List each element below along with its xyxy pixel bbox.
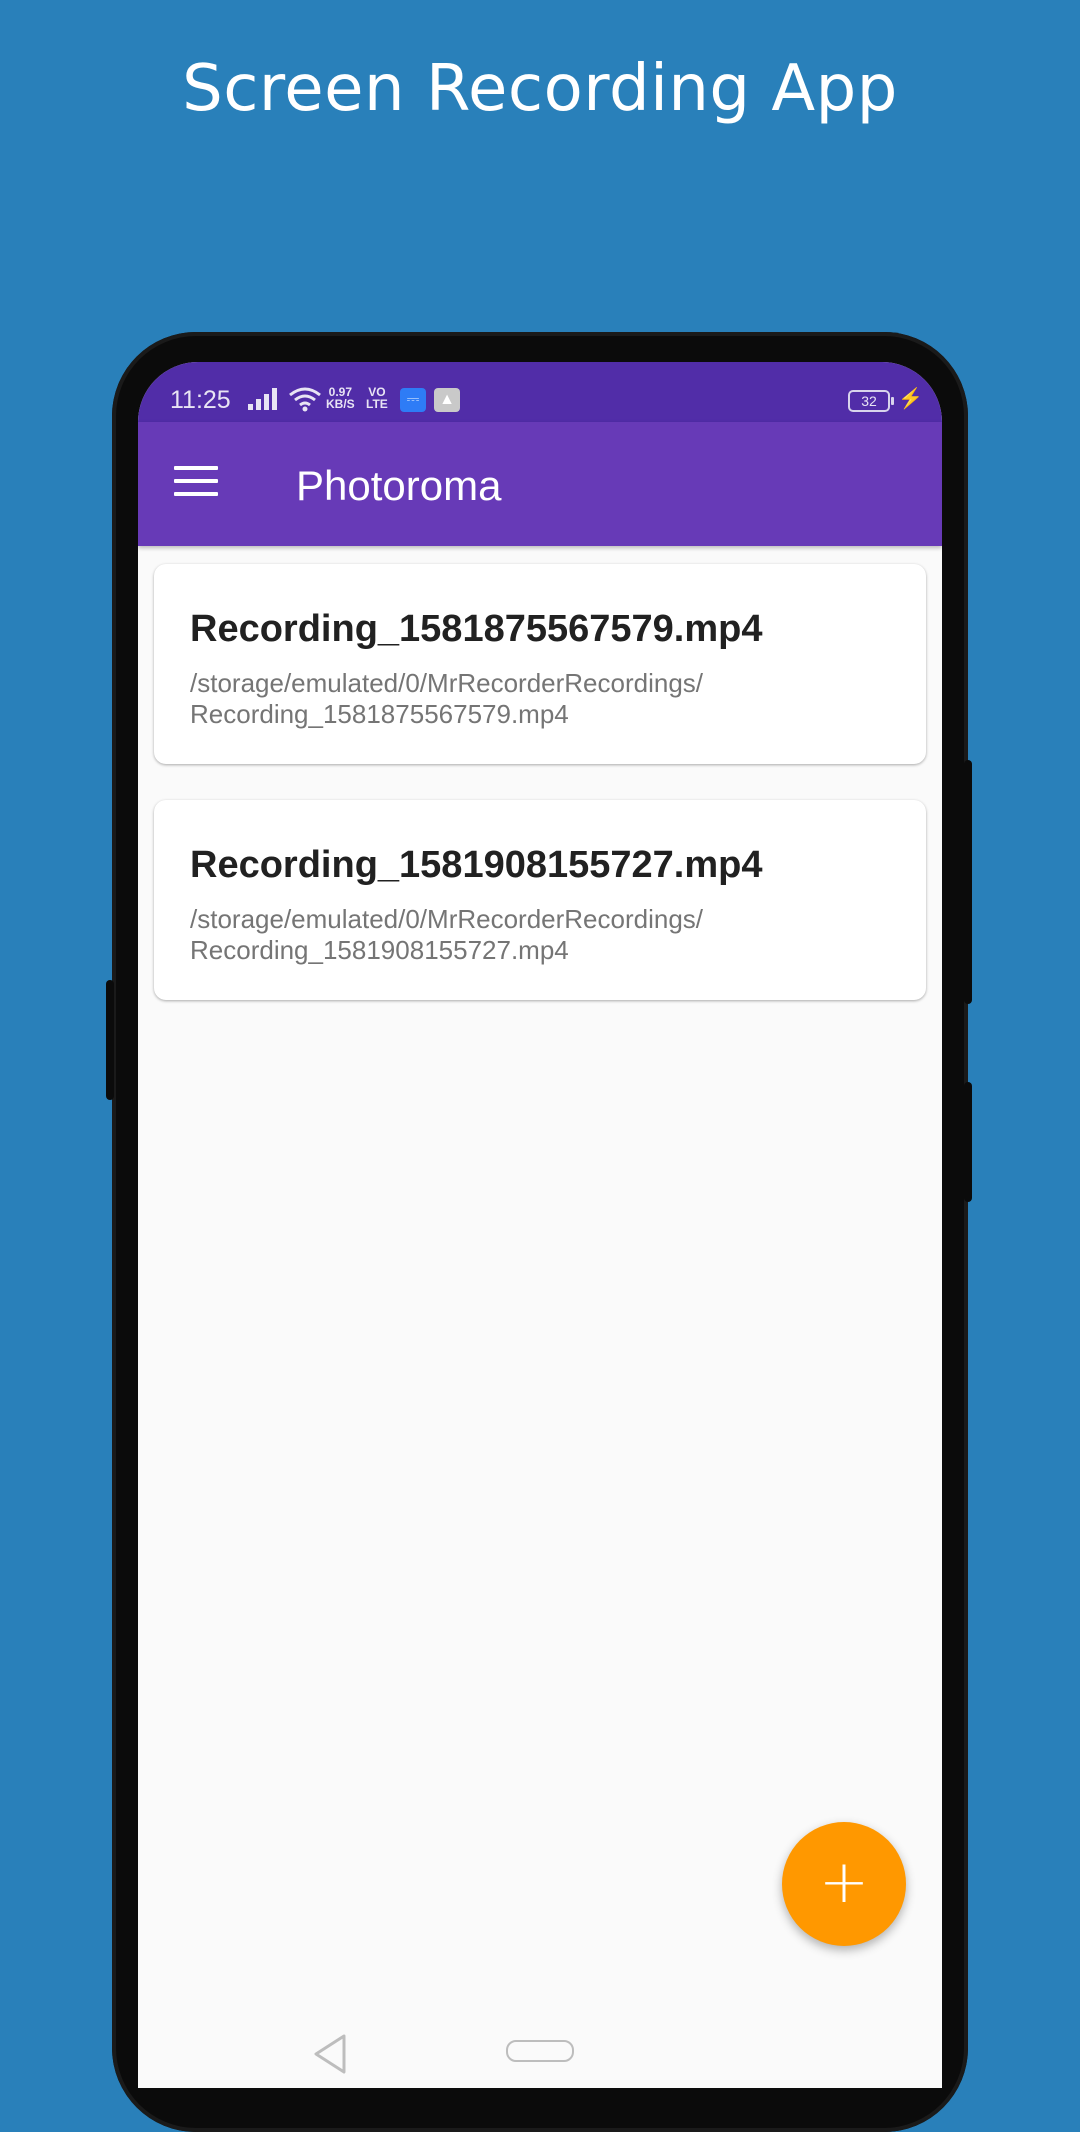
battery-icon: 32 — [848, 390, 894, 412]
network-speed: 0.97 KB/S — [326, 386, 355, 410]
wifi-icon — [289, 387, 321, 412]
recording-card[interactable]: Recording_1581875567579.mp4 /storage/emu… — [154, 564, 926, 764]
recording-path: /storage/emulated/0/MrRecorderRecordings… — [190, 668, 704, 729]
charging-icon: ⚡ — [898, 388, 923, 410]
back-icon[interactable] — [310, 2032, 350, 2076]
side-button — [964, 1082, 972, 1202]
add-icon: + — [818, 1847, 870, 1917]
recording-path: /storage/emulated/0/MrRecorderRecordings… — [190, 904, 704, 965]
signal-icon — [248, 388, 277, 410]
status-time: 11:25 — [170, 386, 231, 414]
recordings-list: Recording_1581875567579.mp4 /storage/emu… — [154, 564, 926, 1036]
status-bar: 11:25 0.97 KB/S VO LTE ⎓ ▲ 32 ⚡ — [138, 362, 942, 422]
recording-card[interactable]: Recording_1581908155727.mp4 /storage/emu… — [154, 800, 926, 1000]
menu-icon[interactable] — [174, 466, 218, 500]
add-recording-button[interactable]: + — [782, 1822, 906, 1946]
volte-indicator: VO LTE — [366, 386, 388, 410]
battery-level: 32 — [861, 393, 877, 409]
recording-name: Recording_1581875567579.mp4 — [190, 608, 763, 650]
app-title: Photoroma — [296, 462, 502, 509]
app-notification-icon: ▲ — [434, 388, 460, 412]
power-button — [964, 760, 972, 1004]
phone-screen: 11:25 0.97 KB/S VO LTE ⎓ ▲ 32 ⚡ Photorom… — [138, 362, 942, 2088]
usb-icon: ⎓ — [400, 388, 426, 412]
volte-bottom: LTE — [366, 397, 388, 411]
home-icon[interactable] — [506, 2040, 574, 2062]
app-bar: Photoroma — [138, 422, 942, 546]
volume-button — [106, 980, 114, 1100]
network-speed-unit: KB/S — [326, 397, 355, 411]
promo-title: Screen Recording App — [182, 52, 898, 126]
recording-name: Recording_1581908155727.mp4 — [190, 844, 763, 886]
